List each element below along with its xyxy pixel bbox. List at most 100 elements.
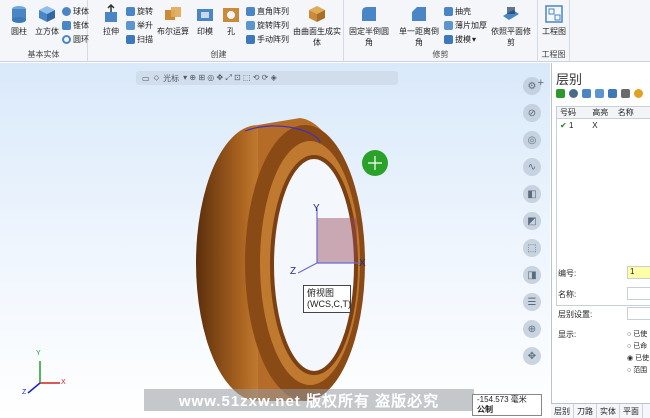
shell-button[interactable]: 抽壳	[444, 5, 471, 17]
trim-by-plane-button[interactable]: 依照平面修剪	[488, 4, 534, 48]
solid-icon[interactable]: ◧	[523, 185, 541, 203]
fixed-radius-fillet-button[interactable]: 固定半倒圆角	[346, 4, 392, 48]
row-highlight[interactable]: X	[592, 121, 617, 130]
status-unit[interactable]: 公制	[477, 405, 541, 415]
construction-plane	[317, 218, 357, 263]
display-label: 显示:	[558, 330, 577, 339]
add-layer-icon[interactable]	[556, 89, 565, 98]
shell-label: 抽壳	[455, 6, 471, 16]
axis-y-label: Y	[313, 203, 320, 214]
single-distance-chamfer-label: 单一距离倒角	[399, 27, 439, 47]
draft-icon	[444, 34, 453, 44]
panel-tabs: 层别 刀路 实体 平面	[551, 403, 650, 418]
wireframe-icon[interactable]: ⬚	[523, 239, 541, 257]
sweep-label: 扫描	[137, 34, 153, 44]
triad-z	[27, 382, 41, 394]
cylinder-button[interactable]: 圆柱	[6, 4, 32, 37]
layers-icon[interactable]	[582, 89, 591, 98]
cube-button[interactable]: 立方体	[34, 4, 60, 37]
target-icon[interactable]: ◎	[523, 131, 541, 149]
name-field[interactable]	[627, 287, 650, 300]
shell-icon	[444, 6, 453, 16]
search-icon[interactable]	[569, 89, 578, 98]
no-entry-icon[interactable]: ⊘	[523, 104, 541, 122]
display-option-1[interactable]: ○ 已使	[627, 329, 647, 339]
col-number[interactable]: 号码	[557, 107, 592, 118]
rect-array-button[interactable]: 直角阵列	[246, 5, 289, 17]
boolean-button[interactable]: 布尔运算	[156, 4, 190, 37]
curve-icon[interactable]: ∿	[523, 158, 541, 176]
graphics-viewport[interactable]: ▭ ⬦ 光标 ▾ ⊕ ⊞ ◎ ✥ ⤢ ⊡ ⬚ ⟲ ⟳ ◈ Y X Z Y X Z…	[0, 63, 550, 418]
layers-icon[interactable]: ☰	[523, 293, 541, 311]
group-label-create: 创建	[210, 50, 227, 59]
manual-array-icon	[246, 34, 255, 44]
list-icon[interactable]	[621, 89, 630, 98]
manual-array-button[interactable]: 手动阵列	[246, 33, 289, 45]
sweep-button[interactable]: 扫描	[126, 33, 153, 45]
revolve-button[interactable]: 旋转	[126, 5, 153, 17]
tab-planes[interactable]: 平面	[620, 404, 643, 418]
tab-layers[interactable]: 层别	[551, 404, 574, 418]
shade-icon[interactable]: ◨	[523, 266, 541, 284]
extrude-button[interactable]: 拉伸	[98, 4, 124, 37]
plus-icon[interactable]: +	[538, 77, 544, 89]
rotate-array-button[interactable]: 旋转阵列	[246, 19, 289, 31]
col-name[interactable]: 名称	[618, 107, 650, 118]
revolve-label: 旋转	[137, 6, 153, 16]
settings-icon[interactable]	[634, 89, 643, 98]
surface-icon[interactable]: ◩	[523, 212, 541, 230]
checkmark-icon: ✔	[560, 120, 567, 130]
display-option-2[interactable]: ○ 已命	[627, 341, 647, 351]
col-highlight[interactable]: 高亮	[592, 107, 617, 118]
table-row[interactable]: ✔ 1 X	[557, 119, 650, 131]
torus-label: 圆环	[73, 34, 89, 44]
fixed-radius-fillet-label: 固定半倒圆角	[349, 27, 389, 47]
wheel-model[interactable]	[0, 63, 550, 418]
draft-dropdown-icon[interactable]: ▾	[472, 35, 476, 44]
display-option-4-label: 范围	[633, 367, 648, 374]
display-option-1-label: 已使	[633, 331, 648, 338]
thicken-label: 薄片加厚	[455, 20, 487, 30]
zoom-icon[interactable]: ⊕	[523, 320, 541, 338]
surface-to-solid-label: 由曲面生成实体	[293, 27, 341, 47]
loft-icon	[126, 20, 135, 30]
layer-set-label: 层别设置:	[558, 310, 593, 319]
cone-button[interactable]: 锥体	[62, 19, 89, 31]
hole-label: 孔	[227, 27, 235, 36]
imprint-button[interactable]: 印模	[192, 4, 218, 37]
drawing-label: 工程图	[542, 27, 566, 36]
axis-z-label: Z	[290, 266, 297, 277]
filter-icon[interactable]	[608, 89, 617, 98]
display-option-4[interactable]: ○ 范围	[627, 365, 647, 375]
stack-icon[interactable]	[595, 89, 604, 98]
torus-icon	[62, 34, 71, 44]
sweep-icon	[126, 34, 135, 44]
number-field[interactable]: 1	[627, 266, 650, 279]
pan-icon[interactable]: ✥	[523, 347, 541, 365]
loft-button[interactable]: 举升	[126, 19, 153, 31]
rotate-array-icon	[246, 20, 255, 30]
layer-set-field[interactable]	[627, 307, 650, 320]
loft-label: 举升	[137, 20, 153, 30]
trim-by-plane-icon	[503, 7, 519, 20]
drawing-button[interactable]: 工程图	[541, 4, 567, 37]
tab-solids[interactable]: 实体	[597, 404, 620, 418]
chamfer-icon	[412, 7, 426, 21]
extrude-icon	[105, 4, 117, 22]
thicken-button[interactable]: 薄片加厚	[444, 19, 487, 31]
single-distance-chamfer-button[interactable]: 单一距离倒角	[396, 4, 442, 48]
hole-button[interactable]: 孔	[218, 4, 244, 37]
display-option-3[interactable]: ◉ 已使	[627, 353, 649, 363]
panel-toolbar	[556, 89, 643, 101]
ribbon-group-create: 拉伸 旋转 举升 扫描 布尔运算 印模 孔 直角阵列 旋转阵列 手动阵列 由曲面…	[94, 0, 344, 62]
status-readout: -154.573 毫米 公制	[472, 394, 542, 416]
status-value: -154.573 毫米	[477, 395, 527, 404]
display-option-2-label: 已命	[633, 343, 648, 350]
rect-array-icon	[246, 6, 255, 16]
sphere-button[interactable]: 球体	[62, 5, 89, 17]
tab-toolpaths[interactable]: 刀路	[574, 404, 597, 418]
draft-button[interactable]: 拔模 ▾	[444, 33, 476, 45]
manual-array-label: 手动阵列	[257, 34, 289, 44]
surface-to-solid-button[interactable]: 由曲面生成实体	[292, 4, 342, 48]
torus-button[interactable]: 圆环	[62, 33, 89, 45]
